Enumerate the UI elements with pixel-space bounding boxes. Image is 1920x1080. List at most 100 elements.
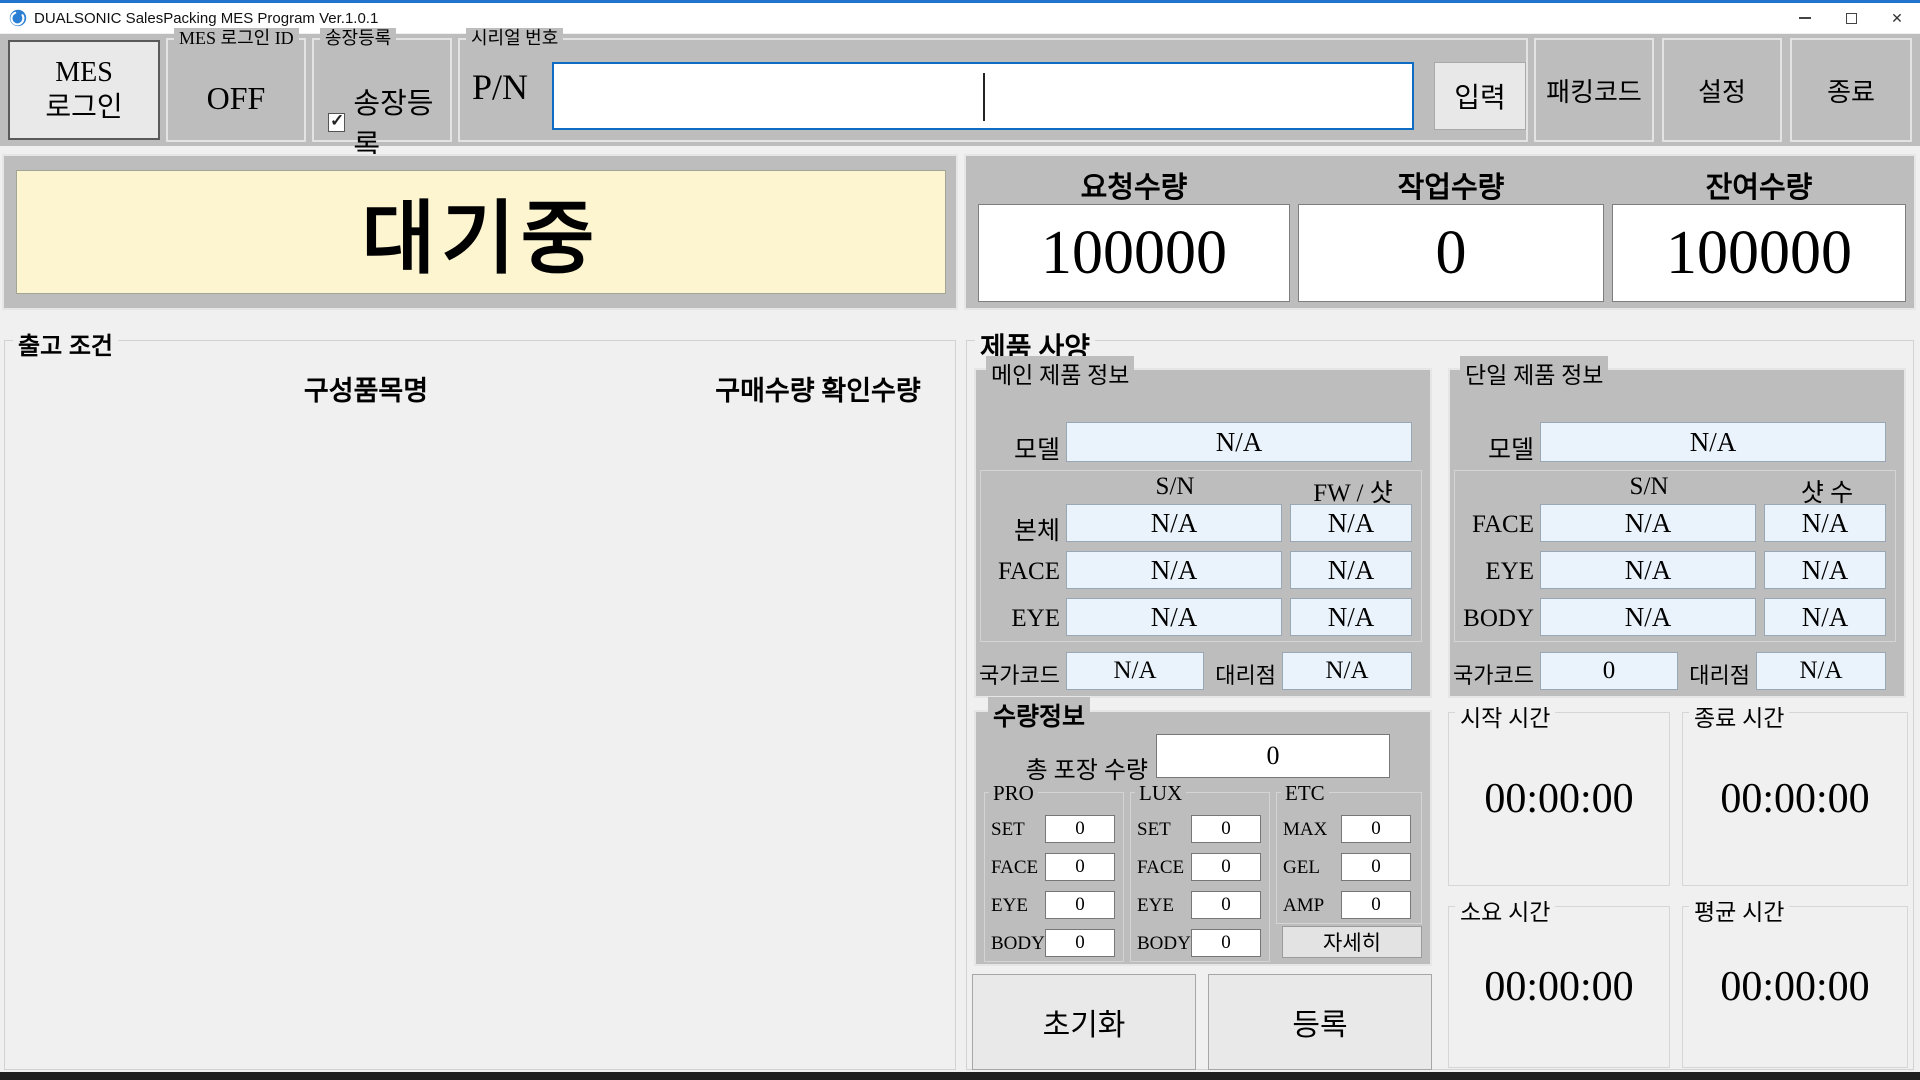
main-row-face-label: FACE bbox=[976, 558, 1060, 586]
shipping-conditions-group: 출고 조건 구성품목명 구매수량 확인수량 bbox=[4, 340, 956, 1070]
invoice-checkbox[interactable] bbox=[328, 113, 345, 132]
serial-group-caption: 시리얼 번호 bbox=[466, 28, 563, 48]
pn-label: P/N bbox=[472, 66, 528, 108]
remaining-qty-value: 100000 bbox=[1612, 204, 1906, 302]
quantity-panel: 요청수량 작업수량 잔여수량 100000 0 100000 bbox=[964, 154, 1916, 310]
elapsed-time-value: 00:00:00 bbox=[1449, 907, 1669, 1067]
settings-button[interactable]: 설정 bbox=[1662, 38, 1782, 142]
single-row-body-sn: N/A bbox=[1540, 598, 1756, 636]
serial-input[interactable] bbox=[552, 62, 1414, 130]
mes-login-line1: MES bbox=[55, 55, 113, 90]
pro-set-input[interactable]: 0 bbox=[1045, 815, 1115, 843]
serial-group: 시리얼 번호 P/N 입력 bbox=[458, 38, 1528, 142]
end-time-value: 00:00:00 bbox=[1683, 713, 1907, 885]
main-row-eye-fw: N/A bbox=[1290, 598, 1412, 636]
single-agency-label: 대리점 bbox=[1682, 658, 1750, 690]
detail-button[interactable]: 자세히 bbox=[1282, 926, 1422, 958]
minimize-icon[interactable] bbox=[1782, 3, 1828, 33]
pro-eye-input[interactable]: 0 bbox=[1045, 891, 1115, 919]
main-country-value: N/A bbox=[1066, 652, 1204, 690]
pro-face-label: FACE bbox=[991, 857, 1041, 879]
etc-caption: ETC bbox=[1281, 781, 1329, 806]
single-row-body-label: BODY bbox=[1450, 605, 1534, 633]
single-country-value: 0 bbox=[1540, 652, 1678, 690]
main-model-value: N/A bbox=[1066, 422, 1412, 462]
etc-max-input[interactable]: 0 bbox=[1341, 815, 1411, 843]
single-row-face-shot: N/A bbox=[1764, 504, 1886, 542]
main-product-info-panel: 메인 제품 정보 모델 N/A S/N FW / 샷 본체 N/A N/A FA… bbox=[974, 368, 1432, 698]
main-model-label: 모델 bbox=[976, 430, 1060, 466]
lux-group: LUX SET 0 FACE 0 EYE 0 BODY 0 bbox=[1130, 792, 1270, 962]
shipping-conditions-caption: 출고 조건 bbox=[13, 326, 118, 361]
single-agency-value: N/A bbox=[1756, 652, 1886, 690]
lux-eye-label: EYE bbox=[1137, 895, 1187, 917]
invoice-checkbox-label: 송장등록 bbox=[353, 80, 450, 164]
remaining-qty-label: 잔여수량 bbox=[1612, 164, 1906, 200]
status-display: 대기중 bbox=[16, 170, 946, 294]
main-row-body-fw: N/A bbox=[1290, 504, 1412, 542]
total-pack-qty-label: 총 포장 수량 bbox=[1000, 750, 1148, 785]
single-row-face-label: FACE bbox=[1450, 511, 1534, 539]
etc-gel-label: GEL bbox=[1283, 857, 1333, 879]
single-row-eye-label: EYE bbox=[1450, 558, 1534, 586]
end-time-group: 종료 시간 00:00:00 bbox=[1682, 712, 1908, 886]
single-row-body-shot: N/A bbox=[1764, 598, 1886, 636]
etc-gel-input[interactable]: 0 bbox=[1341, 853, 1411, 881]
etc-group: ETC MAX 0 GEL 0 AMP 0 bbox=[1276, 792, 1422, 924]
main-sn-header: S/N bbox=[1067, 473, 1283, 501]
pro-eye-label: EYE bbox=[991, 895, 1041, 917]
packing-code-button[interactable]: 패킹코드 bbox=[1534, 38, 1654, 142]
pro-body-input[interactable]: 0 bbox=[1045, 929, 1115, 957]
invoice-group-caption: 송장등록 bbox=[320, 28, 396, 48]
maximize-icon[interactable] bbox=[1828, 3, 1874, 33]
single-row-face-sn: N/A bbox=[1540, 504, 1756, 542]
mes-login-button[interactable]: MES 로그인 bbox=[8, 40, 160, 140]
start-time-group: 시작 시간 00:00:00 bbox=[1448, 712, 1670, 886]
lux-set-input[interactable]: 0 bbox=[1191, 815, 1261, 843]
enter-button[interactable]: 입력 bbox=[1434, 62, 1526, 130]
close-icon[interactable]: ✕ bbox=[1874, 3, 1920, 33]
main-agency-label: 대리점 bbox=[1208, 658, 1276, 690]
lux-face-input[interactable]: 0 bbox=[1191, 853, 1261, 881]
toolbar: MES 로그인 MES 로그인 ID OFF 송장등록 송장등록 시리얼 번호 … bbox=[0, 34, 1920, 146]
lux-set-label: SET bbox=[1137, 819, 1187, 841]
single-row-eye-sn: N/A bbox=[1540, 551, 1756, 589]
requested-qty-value: 100000 bbox=[978, 204, 1290, 302]
main-row-body-label: 본체 bbox=[976, 511, 1060, 547]
window-title: DUALSONIC SalesPacking MES Program Ver.1… bbox=[34, 10, 378, 27]
elapsed-time-group: 소요 시간 00:00:00 bbox=[1448, 906, 1670, 1068]
lux-eye-input[interactable]: 0 bbox=[1191, 891, 1261, 919]
main-row-face-sn: N/A bbox=[1066, 551, 1282, 589]
lux-body-input[interactable]: 0 bbox=[1191, 929, 1261, 957]
shipping-conditions-list[interactable] bbox=[9, 411, 951, 1065]
status-panel: 대기중 bbox=[2, 154, 958, 310]
lux-caption: LUX bbox=[1135, 781, 1186, 806]
exit-button[interactable]: 종료 bbox=[1790, 38, 1912, 142]
quantity-info-caption: 수량정보 bbox=[988, 697, 1090, 733]
mes-login-id-value: OFF bbox=[168, 80, 304, 117]
mes-login-id-group: MES 로그인 ID OFF bbox=[166, 38, 306, 142]
total-pack-qty-input[interactable]: 0 bbox=[1156, 734, 1390, 778]
text-caret bbox=[983, 73, 985, 121]
main-agency-value: N/A bbox=[1282, 652, 1412, 690]
purchase-confirm-qty-header: 구매수량 확인수량 bbox=[685, 369, 951, 408]
pro-caption: PRO bbox=[989, 781, 1038, 806]
main-row-face-fw: N/A bbox=[1290, 551, 1412, 589]
init-button[interactable]: 초기화 bbox=[972, 974, 1196, 1070]
single-model-value: N/A bbox=[1540, 422, 1886, 462]
single-product-info-panel: 단일 제품 정보 모델 N/A S/N 샷 수 FACE N/A N/A EYE… bbox=[1448, 368, 1906, 698]
main-row-eye-label: EYE bbox=[976, 605, 1060, 633]
pro-group: PRO SET 0 FACE 0 EYE 0 BODY 0 bbox=[984, 792, 1124, 962]
main-row-eye-sn: N/A bbox=[1066, 598, 1282, 636]
quantity-info-panel: 수량정보 총 포장 수량 0 PRO SET 0 FACE 0 EYE 0 BO… bbox=[974, 710, 1432, 966]
pro-face-input[interactable]: 0 bbox=[1045, 853, 1115, 881]
register-button[interactable]: 등록 bbox=[1208, 974, 1432, 1070]
lux-face-label: FACE bbox=[1137, 857, 1187, 879]
invoice-checkbox-row: 송장등록 bbox=[328, 80, 450, 164]
lux-body-label: BODY bbox=[1137, 933, 1187, 955]
etc-amp-input[interactable]: 0 bbox=[1341, 891, 1411, 919]
bottom-edge-strip bbox=[0, 1072, 1920, 1080]
single-model-label: 모델 bbox=[1450, 430, 1534, 466]
app-window: DUALSONIC SalesPacking MES Program Ver.1… bbox=[0, 0, 1920, 1080]
average-time-value: 00:00:00 bbox=[1683, 907, 1907, 1067]
